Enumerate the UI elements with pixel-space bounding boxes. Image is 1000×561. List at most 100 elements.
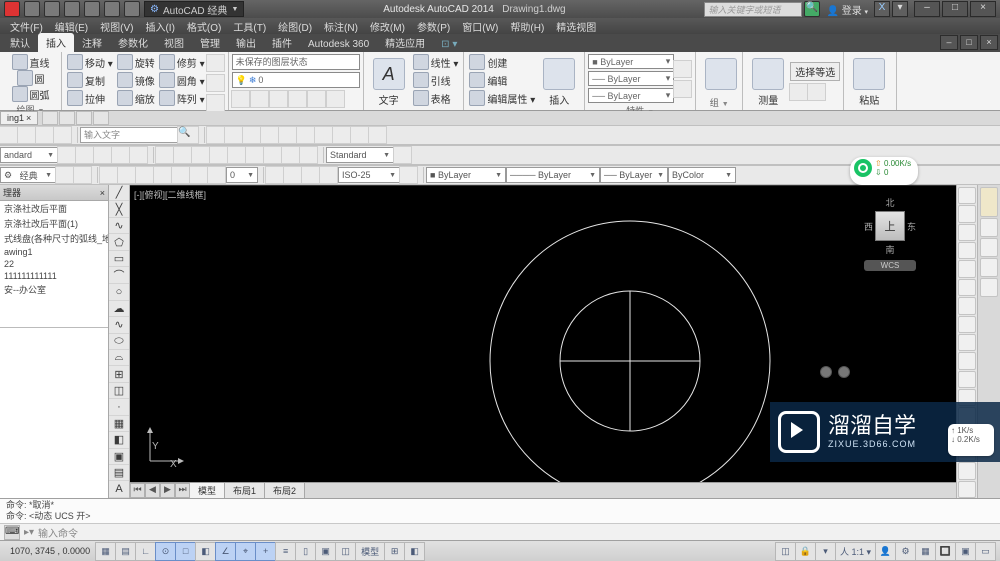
menu-dimension[interactable]: 标注(N) xyxy=(318,19,364,34)
ribbon-move[interactable]: 移动 ▾ xyxy=(65,54,115,70)
palette-item[interactable]: 式线盘(各种尺寸的弧线_地板线_ xyxy=(0,231,108,246)
status-extra2[interactable]: ◧ xyxy=(404,542,425,561)
tb2-e[interactable] xyxy=(129,146,148,164)
status-3dosnap[interactable]: ◧ xyxy=(195,542,216,561)
ribbon-measure-button[interactable]: 测量 xyxy=(746,54,790,109)
layout-nav-next[interactable]: ▶ xyxy=(160,483,175,498)
nav-showmotion-icon[interactable] xyxy=(980,278,998,297)
text-entry-input[interactable]: 输入文字 xyxy=(80,127,178,143)
ribbon-array[interactable]: 阵列 ▾ xyxy=(157,90,207,106)
tb2-j[interactable] xyxy=(227,146,246,164)
vtool-polygon-icon[interactable]: ⬠ xyxy=(109,234,129,250)
help-search-input[interactable]: 输入关键字或短语 xyxy=(704,2,802,17)
qat-undo-icon[interactable] xyxy=(104,1,120,17)
ribbon-block-insert[interactable]: 插入 xyxy=(537,54,581,109)
ribbon-draw-circle[interactable]: 圆 xyxy=(15,70,47,86)
status-r2[interactable]: 🔒 xyxy=(795,542,816,561)
palette-item[interactable]: 京涤社改后平面 xyxy=(0,201,108,216)
tb2-g[interactable] xyxy=(173,146,192,164)
ribbon-modify-extra2[interactable] xyxy=(206,74,225,92)
ribbon-tab-a360[interactable]: Autodesk 360 xyxy=(300,37,377,52)
layout-tab-2[interactable]: 布局2 xyxy=(265,483,305,498)
help-icon[interactable]: ▾ xyxy=(892,1,908,17)
tb1-c[interactable] xyxy=(242,126,261,144)
tb1-3[interactable] xyxy=(35,126,54,144)
ltype-combo[interactable]: ──── ByLayer▼ xyxy=(506,167,600,183)
qat-redo-icon[interactable] xyxy=(124,1,140,17)
ribbon-block-create[interactable]: 创建 xyxy=(467,54,537,70)
layer-btn-3[interactable] xyxy=(269,90,288,108)
status-r7[interactable]: 🔲 xyxy=(935,542,956,561)
status-r8[interactable]: ▣ xyxy=(955,542,976,561)
palette-item[interactable]: 22 xyxy=(0,258,108,270)
ribbon-tab-parametric[interactable]: 参数化 xyxy=(110,33,156,52)
qat-print-icon[interactable] xyxy=(84,1,100,17)
rtool-8[interactable] xyxy=(958,316,976,333)
palette-close-icon[interactable]: × xyxy=(100,188,105,198)
vtool-rect-icon[interactable]: ▭ xyxy=(109,251,129,267)
tb3-7[interactable] xyxy=(171,166,190,184)
layer-dropdown[interactable]: 💡❄0 xyxy=(232,72,360,88)
status-sc[interactable]: ◫ xyxy=(335,542,356,561)
dimstyle-dd[interactable]: ISO-25▼ xyxy=(338,167,400,183)
tb3-1[interactable] xyxy=(55,166,74,184)
menu-window[interactable]: 窗口(W) xyxy=(456,19,504,34)
ribbon-tab-manage[interactable]: 管理 xyxy=(192,33,228,52)
status-osnap[interactable]: □ xyxy=(175,542,196,561)
status-r5[interactable]: ⚙ xyxy=(895,542,916,561)
vtool-point-icon[interactable]: · xyxy=(109,399,129,415)
viewcube-wcs[interactable]: WCS xyxy=(864,260,916,271)
ribbon-mirror[interactable]: 镜像 xyxy=(115,72,157,88)
tb2-m[interactable] xyxy=(281,146,300,164)
tb1-e[interactable] xyxy=(278,126,297,144)
palette-title[interactable]: 理器× xyxy=(0,185,108,201)
ribbon-tab-view[interactable]: 视图 xyxy=(156,33,192,52)
vtool-table-icon[interactable]: ▤ xyxy=(109,465,129,481)
prop-lweight-dd[interactable]: ── ByLayer▾ xyxy=(588,88,674,103)
palette-item[interactable]: 京涤社改后平面(1) xyxy=(0,216,108,231)
rtool-2[interactable] xyxy=(958,205,976,222)
tb3-0-dd[interactable]: 0▼ xyxy=(226,167,258,183)
ribbon-scale[interactable]: 缩放 xyxy=(115,90,157,106)
tb1-j[interactable] xyxy=(368,126,387,144)
ribbon-linear-dim[interactable]: 线性 ▾ xyxy=(411,54,461,70)
vtool-revcloud-icon[interactable]: ☁ xyxy=(109,301,129,317)
layer-btn-6[interactable] xyxy=(326,90,345,108)
qat-save-icon[interactable] xyxy=(64,1,80,17)
palette-item[interactable]: awing1 xyxy=(0,246,108,258)
tb1-d[interactable] xyxy=(260,126,279,144)
nav-orbit-icon[interactable] xyxy=(980,258,998,277)
ribbon-select-button[interactable]: 选择等选 xyxy=(790,62,840,81)
tb2-c[interactable] xyxy=(93,146,112,164)
rtool-6[interactable] xyxy=(958,279,976,296)
ribbon-trim[interactable]: 修剪 ▾ xyxy=(157,54,207,70)
tb2-o[interactable] xyxy=(393,146,412,164)
window-maximize-button[interactable]: □ xyxy=(942,1,968,17)
vtool-region-icon[interactable]: ▣ xyxy=(109,449,129,465)
vtool-xline-icon[interactable]: ╳ xyxy=(109,201,129,217)
rtool-11[interactable] xyxy=(958,371,976,388)
prop-color-dd[interactable]: ■ ByLayer▾ xyxy=(588,54,674,69)
tb2-d[interactable] xyxy=(111,146,130,164)
nav-pan-icon[interactable] xyxy=(980,218,998,237)
tb2-l[interactable] xyxy=(263,146,282,164)
layer-btn-1[interactable] xyxy=(231,90,250,108)
status-otrack[interactable]: ∠ xyxy=(215,542,236,561)
layout-tab-1[interactable]: 布局1 xyxy=(225,483,265,498)
menu-featured[interactable]: 精选视图 xyxy=(550,19,602,34)
status-r6[interactable]: ▦ xyxy=(915,542,936,561)
status-clean-screen[interactable]: ▭ xyxy=(975,542,996,561)
status-ortho[interactable]: ∟ xyxy=(135,542,156,561)
menu-insert[interactable]: 插入(I) xyxy=(139,19,180,34)
nav-zoom-icon[interactable] xyxy=(980,238,998,257)
tb3-b[interactable] xyxy=(283,166,302,184)
tb1-i[interactable] xyxy=(350,126,369,144)
vtool-spline-icon[interactable]: ∿ xyxy=(109,317,129,333)
tab-close-icon[interactable]: × xyxy=(26,113,31,123)
ribbon-block-attr[interactable]: 编辑属性 ▾ xyxy=(467,90,537,106)
viewcube-top-face[interactable]: 上 xyxy=(875,211,905,241)
doc-minimize-button[interactable]: – xyxy=(940,35,958,50)
tb2-a[interactable] xyxy=(57,146,76,164)
tb1-a[interactable] xyxy=(206,126,225,144)
vtool-line-icon[interactable]: ╱ xyxy=(109,185,129,201)
